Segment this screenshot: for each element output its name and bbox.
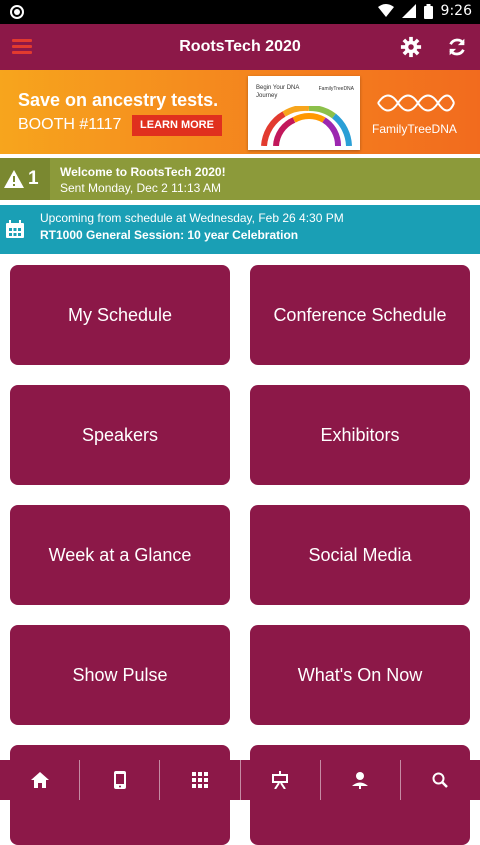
show-pulse-button[interactable]: Show Pulse: [10, 625, 230, 725]
whats-on-now-button[interactable]: What's On Now: [250, 625, 470, 725]
upcoming-session: RT1000 General Session: 10 year Celebrat…: [40, 228, 299, 242]
notice-bar[interactable]: 1 Welcome to RootsTech 2020! Sent Monday…: [0, 158, 480, 200]
status-time: 9:26: [440, 3, 472, 19]
refresh-icon[interactable]: [446, 36, 468, 58]
ad-banner[interactable]: Save on ancestry tests. BOOTH #1117 LEAR…: [0, 70, 480, 154]
search-icon: [432, 772, 449, 788]
my-schedule-button[interactable]: My Schedule: [10, 265, 230, 365]
person-icon: [352, 772, 369, 789]
tab-device[interactable]: [80, 760, 161, 800]
phone-icon: [113, 771, 126, 789]
speakers-button[interactable]: Speakers: [10, 385, 230, 485]
notice-subtitle: Sent Monday, Dec 2 11:13 AM: [60, 181, 221, 195]
notice-badge: 1: [0, 158, 50, 200]
gear-icon[interactable]: [400, 36, 422, 58]
status-bar: 9:26: [0, 0, 480, 24]
home-icon: [30, 772, 49, 788]
kit-text: Begin Your DNA Journey: [256, 85, 300, 99]
signal-icon: [401, 4, 416, 18]
learn-more-button[interactable]: LEARN MORE: [132, 115, 222, 136]
wifi-icon: [377, 4, 394, 17]
dna-chart-graphic: [261, 106, 352, 146]
tab-person[interactable]: [321, 760, 401, 800]
notice-title: Welcome to RootsTech 2020!: [60, 165, 226, 179]
app-bar: RootsTech 2020: [0, 24, 480, 70]
kit-logo: FamilyTreeDNA: [318, 86, 354, 92]
calendar-icon: [6, 220, 24, 238]
notification-circle-icon: [10, 5, 24, 19]
tab-search[interactable]: [401, 760, 480, 800]
conference-schedule-button[interactable]: Conference Schedule: [250, 265, 470, 365]
menu-icon[interactable]: [12, 39, 32, 54]
exhibitors-button[interactable]: Exhibitors: [250, 385, 470, 485]
tab-grid[interactable]: [160, 760, 241, 800]
tab-home[interactable]: [0, 760, 81, 800]
warning-icon: [4, 170, 24, 188]
grid-icon: [191, 772, 208, 788]
upcoming-bar[interactable]: Upcoming from schedule at Wednesday, Feb…: [0, 205, 480, 254]
dna-kit-image: Begin Your DNA Journey FamilyTreeDNA: [248, 76, 360, 150]
notice-count: 1: [28, 168, 39, 189]
battery-icon: [423, 3, 433, 19]
banner-booth: BOOTH #1117: [18, 116, 122, 133]
banner-brand: FamilyTreeDNA: [372, 122, 457, 136]
banner-headline: Save on ancestry tests.: [18, 90, 219, 110]
social-media-button[interactable]: Social Media: [250, 505, 470, 605]
tab-presentation[interactable]: [241, 760, 321, 800]
week-at-a-glance-button[interactable]: Week at a Glance: [10, 505, 230, 605]
bottom-tab-bar: [0, 760, 480, 800]
dna-helix-logo: [377, 94, 455, 112]
upcoming-time: Upcoming from schedule at Wednesday, Feb…: [40, 211, 344, 225]
presentation-icon: [272, 771, 289, 789]
